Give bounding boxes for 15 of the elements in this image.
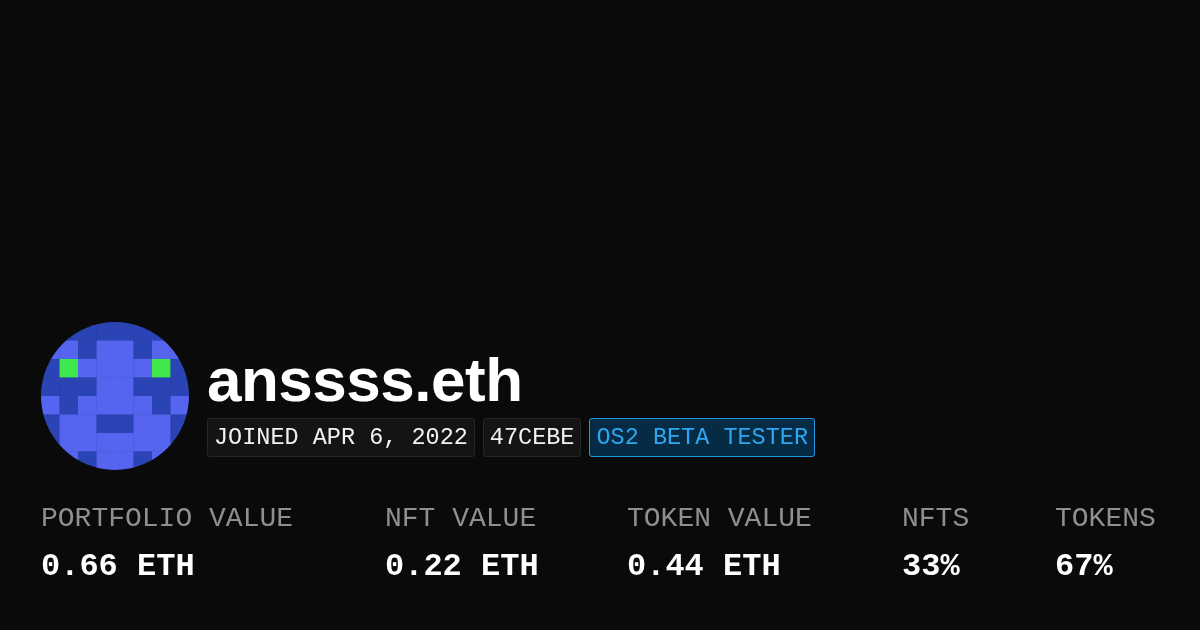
stat-label: TOKENS [1055,504,1156,535]
stat-label: NFTS [902,504,970,535]
stat-value: 33% [902,548,960,584]
stat-value: 0.44 ETH [627,548,781,584]
stat-label: NFT VALUE [385,504,537,535]
profile-badge: OS2 BETA TESTER [589,417,815,458]
profile-badge: 47CEBE [482,417,582,458]
avatar-icon [41,322,189,470]
profile-badge: JOINED APR 6, 2022 [207,417,475,458]
stat-value: 0.66 ETH [41,548,195,584]
stat-label: TOKEN VALUE [627,504,812,535]
profile-name: anssss.eth [207,346,524,412]
stat-value: 0.22 ETH [385,548,539,584]
stat-value: 67% [1055,548,1113,584]
stat-label: PORTFOLIO VALUE [41,504,294,535]
